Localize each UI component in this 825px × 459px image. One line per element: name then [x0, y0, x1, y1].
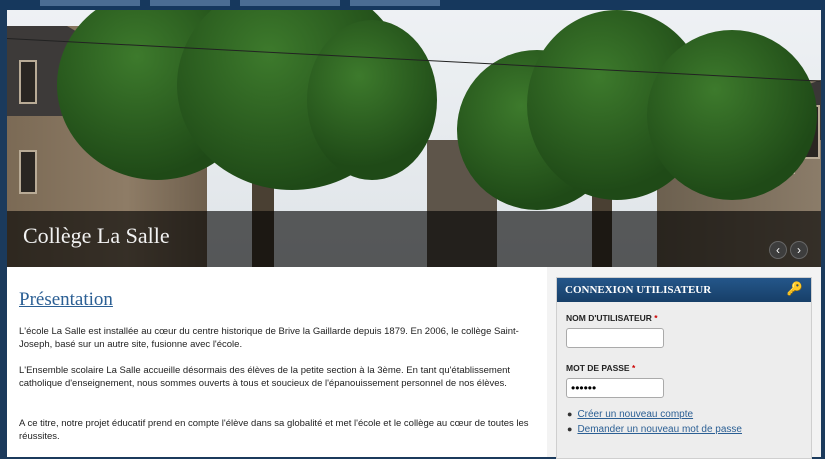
request-password-link[interactable]: Demander un nouveau mot de passe [577, 424, 742, 435]
password-input[interactable]: •••••• [566, 378, 664, 398]
content-area: Présentation L'école La Salle est instal… [7, 267, 821, 459]
username-input[interactable] [566, 328, 664, 348]
key-icon: 🔑 [786, 281, 803, 296]
slide-caption-bar: Collège La Salle [7, 211, 821, 267]
hero-image-window [19, 150, 37, 194]
required-mark: * [654, 313, 658, 323]
nav-tab-indicator[interactable] [350, 0, 440, 6]
page-title[interactable]: Présentation [19, 289, 113, 311]
login-block-title: CONNEXION UTILISATEUR [565, 284, 712, 296]
hero-image-tree [307, 20, 437, 180]
slide-caption: Collège La Salle [23, 223, 170, 248]
login-block-header: CONNEXION UTILISATEUR 🔑 [557, 278, 811, 302]
list-item: ● Demander un nouveau mot de passe [567, 424, 742, 435]
create-account-link[interactable]: Créer un nouveau compte [577, 409, 693, 420]
top-navigation-bar [0, 0, 825, 10]
bullet-icon: ● [567, 409, 573, 419]
login-links: ● Créer un nouveau compte ● Demander un no… [567, 409, 742, 439]
article-paragraph: A ce titre, notre projet éducatif prend … [19, 418, 529, 442]
article-paragraph: L'Ensemble scolaire La Salle accueille d… [19, 365, 511, 389]
nav-tab-indicator[interactable] [40, 0, 140, 6]
slide-prev-button[interactable]: ‹ [769, 241, 787, 259]
list-item: ● Créer un nouveau compte [567, 409, 742, 420]
hero-image-tree [647, 30, 817, 200]
hero-image-window [19, 60, 37, 104]
username-label-text: NOM D'UTILISATEUR [566, 313, 652, 323]
article-paragraph: L'école La Salle est installée au cœur d… [19, 326, 519, 350]
slide-next-button[interactable]: › [790, 241, 808, 259]
password-label: MOT DE PASSE * [566, 363, 635, 373]
nav-tab-indicator[interactable] [240, 0, 340, 6]
bullet-icon: ● [567, 424, 573, 434]
nav-tab-indicator[interactable] [150, 0, 230, 6]
password-label-text: MOT DE PASSE [566, 363, 630, 373]
required-mark: * [631, 363, 636, 373]
hero-slideshow: Collège La Salle ‹ › [7, 10, 821, 267]
username-label: NOM D'UTILISATEUR * [566, 313, 658, 323]
main-article: Présentation L'école La Salle est instal… [7, 267, 547, 457]
user-login-block: CONNEXION UTILISATEUR 🔑 NOM D'UTILISATEU… [556, 277, 812, 459]
